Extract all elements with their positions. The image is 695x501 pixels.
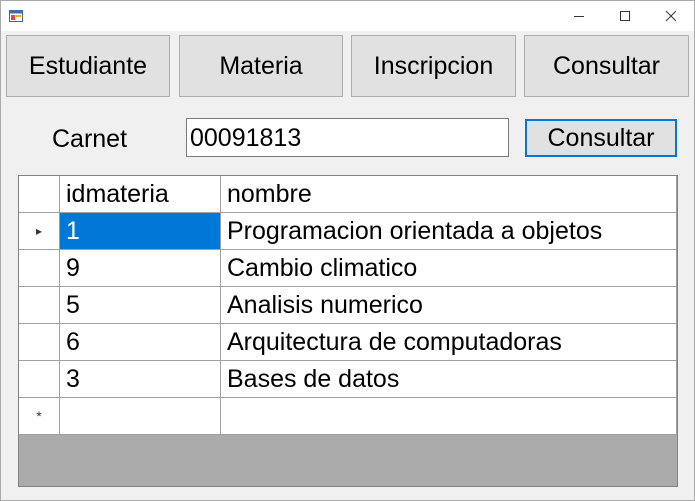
- minimize-button[interactable]: [556, 1, 602, 31]
- maximize-button[interactable]: [602, 1, 648, 31]
- table-row[interactable]: 6 Arquitectura de computadoras: [19, 324, 677, 361]
- carnet-input[interactable]: [186, 118, 509, 157]
- minimize-icon: [574, 16, 584, 17]
- cell-idmateria-new[interactable]: [60, 398, 221, 435]
- table-row[interactable]: 5 Analisis numerico: [19, 287, 677, 324]
- cell-nombre[interactable]: Analisis numerico: [221, 287, 677, 324]
- table-row[interactable]: 3 Bases de datos: [19, 361, 677, 398]
- row-header[interactable]: [19, 287, 60, 324]
- cell-nombre[interactable]: Programacion orientada a objetos: [221, 213, 677, 250]
- column-header-nombre[interactable]: nombre: [221, 176, 677, 213]
- close-button[interactable]: [648, 1, 694, 31]
- app-icon: [9, 9, 23, 22]
- cell-idmateria[interactable]: 6: [60, 324, 221, 361]
- cell-nombre[interactable]: Cambio climatico: [221, 250, 677, 287]
- cell-idmateria[interactable]: 3: [60, 361, 221, 398]
- current-row-arrow-icon: ▸: [35, 223, 43, 238]
- cell-nombre[interactable]: Arquitectura de computadoras: [221, 324, 677, 361]
- row-header[interactable]: [19, 324, 60, 361]
- cell-nombre[interactable]: Bases de datos: [221, 361, 677, 398]
- title-bar: [1, 1, 694, 31]
- grid-header-row: idmateria nombre: [19, 176, 677, 213]
- tab-estudiante-button[interactable]: Estudiante: [6, 35, 170, 97]
- tab-inscripcion-button[interactable]: Inscripcion: [351, 35, 516, 97]
- cell-nombre-new[interactable]: [221, 398, 677, 435]
- new-row[interactable]: *: [19, 398, 677, 435]
- tab-materia-button[interactable]: Materia: [179, 35, 343, 97]
- close-icon: [665, 10, 677, 22]
- row-header[interactable]: [19, 250, 60, 287]
- cell-idmateria[interactable]: 1: [60, 213, 221, 250]
- row-header-current[interactable]: ▸: [19, 213, 60, 250]
- tab-consultar-button[interactable]: Consultar: [524, 35, 689, 97]
- results-grid[interactable]: idmateria nombre ▸ 1 Programacion orient…: [18, 175, 678, 487]
- table-row[interactable]: 9 Cambio climatico: [19, 250, 677, 287]
- cell-idmateria[interactable]: 5: [60, 287, 221, 324]
- consult-button[interactable]: Consultar: [525, 119, 677, 157]
- table-row[interactable]: ▸ 1 Programacion orientada a objetos: [19, 213, 677, 250]
- main-window: Estudiante Materia Inscripcion Consultar…: [0, 0, 695, 501]
- carnet-label: Carnet: [52, 125, 128, 153]
- column-header-idmateria[interactable]: idmateria: [60, 176, 221, 213]
- maximize-icon: [620, 11, 630, 21]
- grid-corner-header[interactable]: [19, 176, 60, 213]
- cell-idmateria[interactable]: 9: [60, 250, 221, 287]
- row-header[interactable]: [19, 361, 60, 398]
- row-header-new[interactable]: *: [19, 398, 60, 435]
- new-row-asterisk-icon: *: [36, 407, 42, 424]
